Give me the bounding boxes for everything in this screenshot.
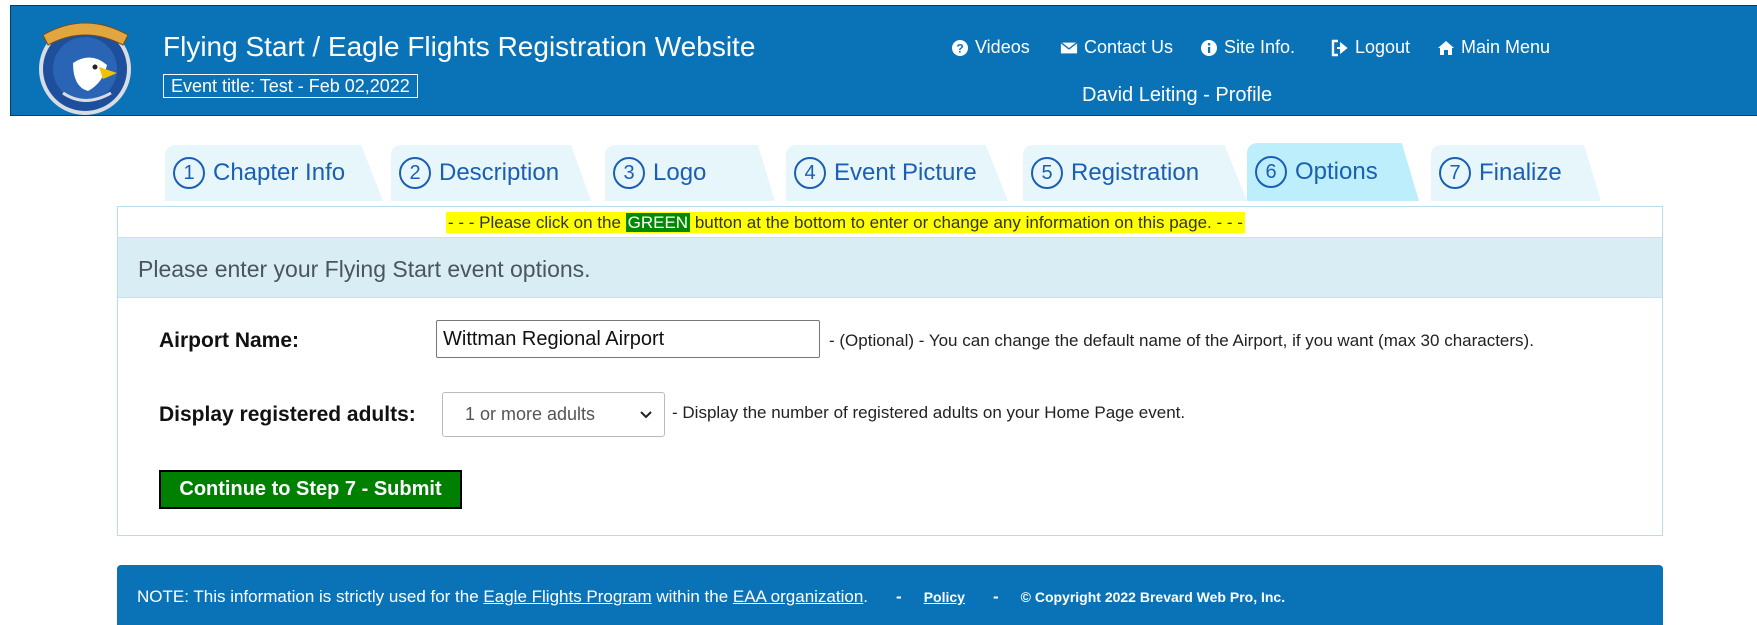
tab-chapter-info[interactable]: 1 Chapter Info (165, 145, 383, 201)
display-adults-select[interactable]: 1 or more adults (442, 392, 665, 437)
footer-separator: - (896, 587, 902, 606)
event-title: Event title: Test - Feb 02,2022 (163, 74, 418, 98)
nav-videos-label: Videos (975, 37, 1030, 57)
step-number-6: 6 (1255, 156, 1287, 188)
svg-text:?: ? (956, 41, 963, 55)
notice-green-word: GREEN (625, 213, 691, 232)
nav-site-info[interactable]: Site Info. (1200, 37, 1295, 58)
airport-name-label: Airport Name: (159, 329, 300, 352)
tab-label: Chapter Info (213, 159, 346, 186)
display-adults-help: - Display the number of registered adult… (672, 403, 1186, 422)
airport-name-input[interactable] (436, 320, 820, 358)
step-number-5: 5 (1031, 157, 1063, 189)
tab-label: Finalize (1479, 159, 1562, 186)
step-number-4: 4 (794, 157, 826, 189)
tab-label: Description (439, 159, 560, 186)
footer-period: . (863, 587, 869, 606)
notice-text-after: button at the bottom to enter or change … (690, 213, 1243, 232)
envelope-icon (1060, 41, 1078, 53)
profile-link[interactable]: David Leiting - Profile (1082, 84, 1272, 107)
question-circle-icon: ? (952, 39, 968, 56)
nav-site-info-label: Site Info. (1224, 37, 1296, 57)
tab-options[interactable]: 6 Options (1247, 143, 1419, 201)
tab-label: Event Picture (834, 159, 977, 186)
logout-icon (1331, 39, 1348, 56)
nav-contact-us-label: Contact Us (1084, 37, 1174, 57)
instruction-notice: - - - Please click on the GREEN button a… (446, 212, 1245, 233)
chevron-down-icon (640, 411, 652, 419)
tab-registration[interactable]: 5 Registration (1023, 145, 1247, 201)
step-number-1: 1 (173, 157, 205, 189)
notice-text-before: - - - Please click on the (448, 213, 626, 232)
display-adults-label: Display registered adults: (159, 403, 416, 426)
tab-label: Logo (653, 159, 707, 186)
tab-finalize[interactable]: 7 Finalize (1431, 145, 1601, 201)
site-header: Flying Start / Eagle Flights Registratio… (10, 5, 1757, 116)
footer-note-middle: within the (651, 587, 733, 606)
tab-logo[interactable]: 3 Logo (605, 145, 775, 201)
top-navigation: ? Videos Contact Us Site Info. Logout Ma… (11, 37, 1757, 61)
tab-description[interactable]: 2 Description (391, 145, 591, 201)
home-icon (1438, 40, 1454, 55)
panel-heading-text: Please enter your Flying Start event opt… (138, 256, 591, 282)
display-adults-selected: 1 or more adults (465, 404, 596, 424)
panel-heading: Please enter your Flying Start event opt… (118, 237, 1662, 298)
eaa-organization-link[interactable]: EAA organization (733, 587, 863, 607)
nav-logout-label: Logout (1355, 37, 1411, 57)
step-number-7: 7 (1439, 157, 1471, 189)
continue-submit-button[interactable]: Continue to Step 7 - Submit (159, 470, 462, 509)
tab-label: Options (1295, 158, 1378, 185)
site-footer: NOTE: This information is strictly used … (117, 565, 1663, 625)
step-number-2: 2 (399, 157, 431, 189)
nav-main-menu-label: Main Menu (1461, 37, 1551, 57)
footer-note: NOTE: This information is strictly used … (137, 587, 1285, 607)
eagle-flights-program-link[interactable]: Eagle Flights Program (483, 587, 651, 607)
nav-main-menu[interactable]: Main Menu (1437, 37, 1550, 58)
nav-logout[interactable]: Logout (1331, 37, 1410, 58)
tab-event-picture[interactable]: 4 Event Picture (786, 145, 1008, 201)
copyright-text: © Copyright 2022 Brevard Web Pro, Inc. (1020, 589, 1286, 605)
step-number-3: 3 (613, 157, 645, 189)
footer-separator: - (992, 587, 999, 606)
airport-name-help: - (Optional) - You can change the defaul… (829, 331, 1534, 350)
nav-videos[interactable]: ? Videos (951, 37, 1030, 58)
tab-label: Registration (1071, 159, 1200, 186)
nav-contact-us[interactable]: Contact Us (1060, 37, 1173, 58)
options-panel: - - - Please click on the GREEN button a… (117, 206, 1663, 536)
step-tabs: 1 Chapter Info 2 Description 3 Logo 4 Ev… (165, 143, 1615, 201)
eagle-flights-logo (39, 22, 131, 115)
policy-link[interactable]: Policy (924, 589, 965, 605)
info-circle-icon (1201, 39, 1217, 56)
footer-note-prefix: NOTE: This information is strictly used … (137, 587, 484, 606)
